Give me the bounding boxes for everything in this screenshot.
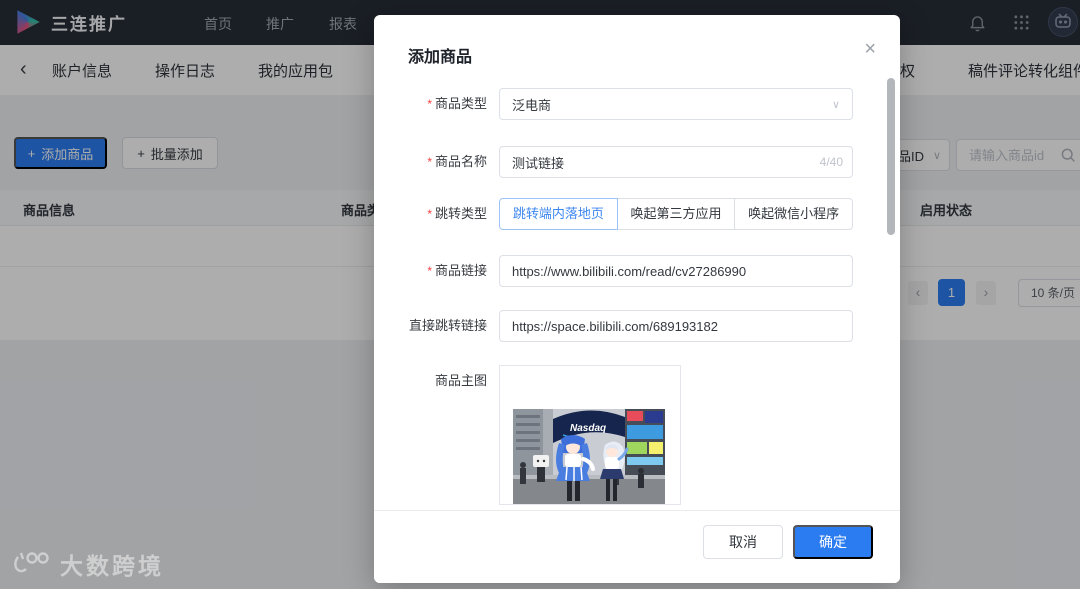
field-label: 商品类型 <box>434 96 487 111</box>
add-product-modal: 添加商品 × *商品类型 泛电商 ∨ *商品名称 4/40 *跳转类型 跳转端内… <box>374 15 900 583</box>
confirm-button[interactable]: 确定 <box>793 525 873 559</box>
required-mark: * <box>427 97 432 111</box>
close-icon[interactable]: × <box>864 39 876 59</box>
field-product-link: * 商品链接 <box>374 255 900 287</box>
watermark-logo-icon <box>14 552 49 573</box>
field-label: 商品链接 <box>434 263 487 278</box>
field-main-image: 商品主图 Nasdaq <box>374 365 900 505</box>
field-product-name: *商品名称 4/40 <box>374 146 900 178</box>
product-image-illustration: Nasdaq <box>513 409 665 504</box>
jump-type-option-wechat-miniprogram[interactable]: 唤起微信小程序 <box>734 198 854 230</box>
app-root: 三连推广 首页 推广 报表 ‹ 账户信息 操作日志 我的应用包 权 稿件评论转化… <box>0 0 1080 589</box>
svg-text:Nasdaq: Nasdaq <box>570 423 606 434</box>
direct-link-input[interactable] <box>499 310 853 342</box>
required-mark: * <box>427 155 432 169</box>
watermark-text: 大数跨境 <box>60 553 164 579</box>
product-main-image[interactable]: Nasdaq <box>499 365 681 505</box>
cancel-button[interactable]: 取消 <box>703 525 783 559</box>
required-mark: * <box>427 264 432 278</box>
field-label: 商品名称 <box>434 154 487 169</box>
product-name-input[interactable] <box>499 146 853 178</box>
char-counter: 4/40 <box>819 155 843 169</box>
jump-type-option-third-party-app[interactable]: 唤起第三方应用 <box>616 198 736 230</box>
modal-footer: 取消 确定 <box>374 510 900 583</box>
jump-type-option-landing-page[interactable]: 跳转端内落地页 <box>499 198 618 230</box>
field-label: 直接跳转链接 <box>408 318 487 333</box>
field-jump-type: * 跳转类型 跳转端内落地页 唤起第三方应用 唤起微信小程序 <box>374 198 900 230</box>
chevron-down-icon: ∨ <box>831 98 840 111</box>
modal-title: 添加商品 <box>408 49 473 66</box>
watermark: 大数跨境 <box>12 547 164 581</box>
field-product-type: * 商品类型 泛电商 ∨ <box>374 88 900 120</box>
field-direct-link: 直接跳转链接 <box>374 310 900 342</box>
product-link-input[interactable] <box>499 255 853 287</box>
jump-type-segmented-group: 跳转端内落地页 唤起第三方应用 唤起微信小程序 <box>499 198 854 230</box>
field-label: 商品主图 <box>434 373 487 388</box>
required-mark: * <box>427 207 432 221</box>
field-label: 跳转类型 <box>434 206 487 221</box>
product-type-select[interactable]: 泛电商 ∨ <box>499 88 853 120</box>
